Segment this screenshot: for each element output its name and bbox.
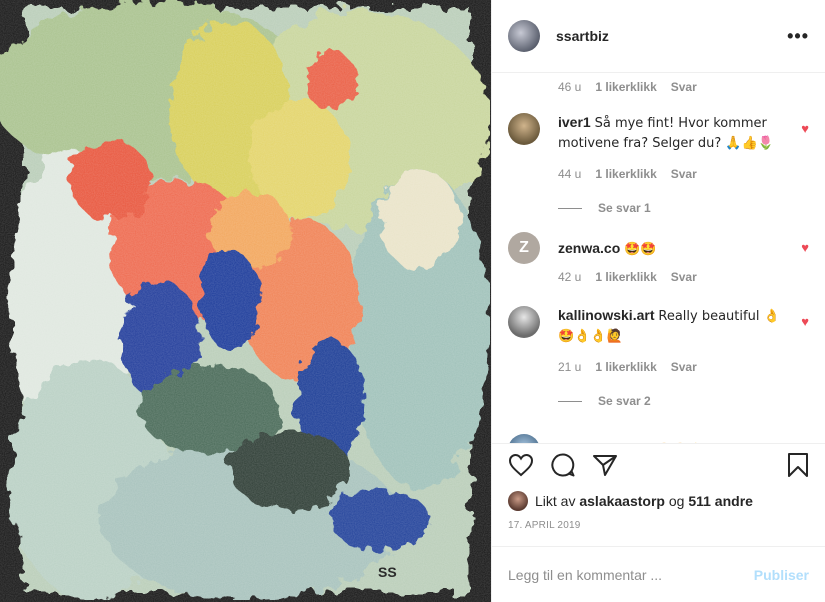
reply-button[interactable]: Svar [671, 167, 697, 181]
reply-button[interactable]: Svar [671, 270, 697, 284]
comments-list[interactable]: 46 u 1 likerklikk Svar iver1 Så mye fint… [492, 73, 825, 443]
liked-by-user[interactable]: aslakaastorp [579, 493, 665, 509]
divider [558, 207, 582, 209]
heart-icon[interactable]: ♥ [801, 121, 809, 136]
comment-text: Så mye fint! Hvor kommer motivene fra? S… [558, 116, 774, 151]
comment-likes[interactable]: 1 likerklikk [595, 360, 656, 374]
liked-by-and: og [668, 493, 685, 509]
comment-meta: 44 u 1 likerklikk Svar [558, 167, 809, 181]
comment-meta: 21 u 1 likerklikk Svar [558, 360, 809, 374]
post-date[interactable]: 17. APRIL 2019 [508, 520, 809, 538]
comment-username[interactable]: kallinowski.art [558, 307, 654, 323]
author-username[interactable]: ssartbiz [556, 28, 609, 44]
comment-text: 🤩🤩 [624, 242, 657, 257]
comment-likes[interactable]: 1 likerklikk [595, 167, 656, 181]
liked-by-prefix: Likt av [535, 493, 576, 509]
like-heart-icon[interactable] [508, 453, 534, 482]
comment-bubble-icon[interactable] [550, 452, 576, 483]
reply-button[interactable]: Svar [671, 360, 697, 374]
bookmark-icon[interactable] [787, 452, 809, 483]
avatar[interactable] [508, 113, 540, 145]
comment-item: theartofmaroc 🤩🤩👌 [508, 434, 809, 443]
see-replies-label: Se svar 2 [598, 394, 651, 408]
post-image[interactable]: SS [0, 0, 492, 602]
comment-likes[interactable]: 1 likerklikk [595, 80, 656, 94]
heart-icon[interactable]: ♥ [801, 240, 809, 255]
comment-input[interactable]: Legg til en kommentar ... [508, 567, 754, 583]
caption-meta: 46 u 1 likerklikk Svar [558, 80, 809, 94]
comment-body: zenwa.co 🤩🤩 [558, 232, 780, 259]
see-replies-button[interactable]: Se svar 2 [558, 394, 809, 408]
liker-avatar[interactable] [508, 491, 528, 511]
avatar[interactable] [508, 306, 540, 338]
post-sidebar: ssartbiz ••• 46 u 1 likerklikk Svar iver… [492, 0, 825, 602]
post-actions: Likt av aslakaastorp og 511 andre 17. AP… [492, 443, 825, 538]
see-replies-button[interactable]: Se svar 1 [558, 201, 809, 215]
add-comment-bar: Legg til en kommentar ... Publiser [492, 546, 825, 602]
more-options-icon[interactable]: ••• [787, 26, 809, 47]
reply-button[interactable]: Svar [671, 80, 697, 94]
comment-meta: 42 u 1 likerklikk Svar [558, 270, 809, 284]
comment-item: kallinowski.art Really beautiful 👌 🤩👌👌🙋 … [508, 306, 809, 346]
post-header: ssartbiz ••• [492, 0, 825, 73]
comment-time: 44 u [558, 167, 582, 181]
comment-body: iver1 Så mye fint! Hvor kommer motivene … [558, 113, 780, 153]
heart-icon[interactable]: ♥ [801, 314, 809, 329]
divider [558, 400, 582, 402]
comment-time: 42 u [558, 270, 582, 284]
comment-time: 21 u [558, 360, 582, 374]
comment-body: theartofmaroc 🤩🤩👌 [558, 434, 780, 443]
avatar[interactable]: Z [508, 232, 540, 264]
instagram-post: SS ssartbiz ••• 46 u 1 likerklikk Svar i… [0, 0, 825, 602]
author-avatar[interactable] [508, 20, 540, 52]
publish-button[interactable]: Publiser [754, 567, 809, 583]
liked-by: Likt av aslakaastorp og 511 andre [508, 490, 809, 512]
comment-likes[interactable]: 1 likerklikk [595, 270, 656, 284]
action-icons [508, 444, 809, 490]
see-replies-label: Se svar 1 [598, 201, 651, 215]
comment-username[interactable]: iver1 [558, 114, 591, 130]
comment-username[interactable]: theartofmaroc [558, 441, 652, 443]
comment-item: iver1 Så mye fint! Hvor kommer motivene … [508, 113, 809, 153]
comment-item: Z zenwa.co 🤩🤩 ♥ [508, 232, 809, 264]
liked-by-others[interactable]: 511 andre [688, 493, 753, 509]
comment-body: kallinowski.art Really beautiful 👌 🤩👌👌🙋 [558, 306, 780, 346]
comment-time: 46 u [558, 80, 582, 94]
avatar[interactable] [508, 434, 540, 443]
abstract-painting: SS [0, 0, 491, 602]
signature: SS [378, 564, 397, 580]
share-paper-plane-icon[interactable] [592, 453, 618, 482]
comment-username[interactable]: zenwa.co [558, 240, 620, 256]
